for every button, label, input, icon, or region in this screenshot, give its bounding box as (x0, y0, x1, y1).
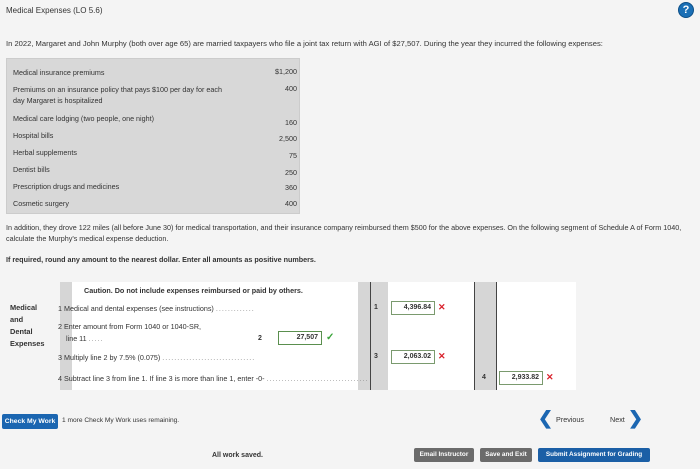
line-3-label: 3 Multiply line 2 by 7.5% (0.075) ......… (58, 353, 255, 362)
expense-value: $1,200 (275, 67, 297, 76)
remaining-uses-text: 1 more Check My Work uses remaining. (62, 417, 180, 424)
rounding-instruction: If required, round any amount to the nea… (6, 255, 316, 264)
line-number: 2 (58, 322, 62, 331)
caution-note: Caution. Do not include expenses reimbur… (84, 286, 303, 295)
expense-label: Medical care lodging (two people, one ni… (13, 114, 155, 123)
line-1-label: 1 Medical and dental expenses (see instr… (58, 304, 255, 313)
line-1-box-number: 1 (374, 304, 378, 311)
footer-bar: Check My Work 1 more Check My Work uses … (0, 404, 700, 469)
expense-label: Premiums on an insurance policy that pay… (13, 85, 222, 105)
correct-icon: ✓ (326, 332, 335, 343)
page-title: Medical Expenses (LO 5.6) (6, 6, 103, 15)
line-number: 4 (58, 374, 62, 383)
line-text: line 11 (66, 334, 87, 343)
content-area: Medical Expenses (LO 5.6) ? In 2022, Mar… (0, 0, 700, 469)
line-number: 1 (58, 304, 62, 313)
line-text: Subtract line 3 from line 1. If line 3 i… (64, 374, 265, 383)
email-instructor-button[interactable]: Email Instructor (414, 448, 474, 462)
line-text: Multiply line 2 by 7.5% (0.075) (64, 353, 161, 362)
expense-value: 160 (285, 118, 297, 127)
worksheet-divider (370, 282, 371, 390)
worksheet-shade (370, 282, 388, 390)
line-number: 3 (58, 353, 62, 362)
schedule-a-worksheet: Caution. Do not include expenses reimbur… (6, 282, 576, 390)
incorrect-icon: ✕ (438, 351, 446, 361)
line-text: Enter amount from Form 1040 or 1040-SR, (64, 322, 202, 331)
expense-value: 400 (285, 84, 297, 93)
expense-row: Premiums on an insurance policy that pay… (13, 84, 299, 106)
incorrect-icon: ✕ (438, 302, 446, 312)
save-and-exit-button[interactable]: Save and Exit (480, 448, 532, 462)
line-text: Medical and dental expenses (see instruc… (64, 304, 214, 313)
leader-dots: .................................. (266, 374, 369, 383)
expense-label: Herbal supplements (13, 148, 77, 157)
problem-intro: In 2022, Margaret and John Murphy (both … (6, 39, 603, 48)
problem-paragraph: In addition, they drove 122 miles (all b… (6, 223, 682, 243)
incorrect-icon: ✕ (546, 372, 554, 382)
expense-label: Cosmetic surgery (13, 199, 69, 208)
check-my-work-button[interactable]: Check My Work (2, 414, 58, 429)
expense-label: Medical insurance premiums (13, 68, 105, 77)
line-2-box-number: 2 (258, 335, 262, 342)
submit-assignment-button[interactable]: Submit Assignment for Grading (538, 448, 650, 462)
expense-label: Dentist bills (13, 165, 50, 174)
chevron-right-icon[interactable]: ❯ (628, 409, 643, 427)
expense-value: 360 (285, 183, 297, 192)
worksheet-divider (496, 282, 497, 390)
expense-label: Hospital bills (13, 131, 54, 140)
section-label-line: Expenses (10, 339, 45, 348)
line-2-label-cont: line 11 ..... (66, 334, 104, 343)
line-2-input[interactable]: 27,507 (278, 331, 322, 345)
expense-value: 2,500 (279, 134, 297, 143)
next-button[interactable]: Next (610, 412, 630, 428)
save-status: All work saved. (212, 452, 263, 459)
expense-value: 250 (285, 168, 297, 177)
line-4-box-number: 4 (482, 374, 486, 381)
line-3-box-number: 3 (374, 353, 378, 360)
section-label-line: Medical (10, 303, 38, 312)
expense-value: 75 (289, 151, 297, 160)
section-label-line: Dental (10, 327, 33, 336)
expense-table: Medical insurance premiums $1,200 Premiu… (6, 58, 300, 214)
page: Medical Expenses (LO 5.6) ? In 2022, Mar… (0, 0, 700, 469)
line-4-label: 4 Subtract line 3 from line 1. If line 3… (58, 374, 368, 383)
previous-button[interactable]: Previous (536, 412, 584, 428)
section-label: Medical and Dental Expenses (10, 302, 45, 350)
line-4-input[interactable]: 2,933.82 (499, 371, 543, 385)
question-icon[interactable]: ? (678, 2, 694, 18)
leader-dots: ............. (215, 304, 255, 313)
expense-label: Prescription drugs and medicines (13, 182, 120, 191)
line-1-input[interactable]: 4,396.84 (391, 301, 435, 315)
line-2-label: 2 Enter amount from Form 1040 or 1040-SR… (58, 322, 201, 331)
expense-value: 400 (285, 199, 297, 208)
leader-dots: ..... (88, 334, 104, 343)
section-label-line: and (10, 315, 24, 324)
line-3-input[interactable]: 2,063.02 (391, 350, 435, 364)
leader-dots: ............................... (162, 353, 256, 362)
worksheet-divider (474, 282, 475, 390)
